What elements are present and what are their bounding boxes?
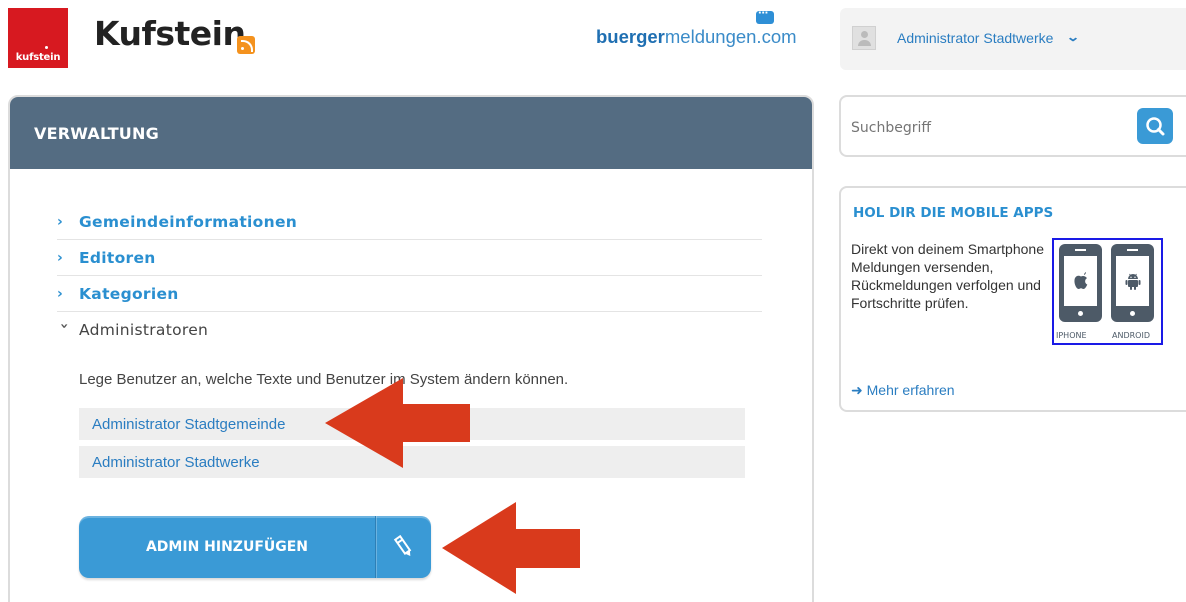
iphone-label: IPHONE	[1056, 331, 1087, 340]
mobile-apps-box: HOL DIR DIE MOBILE APPS Direkt von deine…	[839, 186, 1186, 412]
speech-bubble-icon	[756, 5, 774, 24]
menu-item-gemeindeinformationen[interactable]: › Gemeindeinformationen	[57, 204, 762, 240]
verwaltung-panel: VERWALTUNG › Gemeindeinformationen › Edi…	[8, 95, 814, 602]
iphone-icon[interactable]	[1059, 244, 1102, 322]
user-name[interactable]: Administrator Stadtwerke	[897, 30, 1053, 46]
android-label: ANDROID	[1112, 331, 1150, 340]
menu-item-label: Kategorien	[79, 284, 179, 303]
add-admin-button[interactable]: ADMIN HINZUFÜGEN	[79, 516, 431, 578]
android-robot-icon	[1125, 273, 1140, 290]
search-input[interactable]	[851, 115, 1121, 141]
menu-item-kategorien[interactable]: › Kategorien	[57, 276, 762, 312]
rss-icon[interactable]	[237, 36, 255, 54]
apps-description: Direkt von deinem Smartphone Meldungen v…	[851, 241, 1044, 311]
red-arrow-icon	[442, 502, 580, 594]
panel-header: VERWALTUNG	[10, 97, 812, 169]
chevron-right-icon: ›	[57, 249, 63, 266]
admin-description: Lege Benutzer an, welche Texte und Benut…	[79, 371, 569, 388]
avatar	[852, 26, 876, 50]
admin-menu: › Gemeindeinformationen › Editoren › Kat…	[56, 204, 762, 348]
chevron-right-icon: ›	[57, 213, 63, 230]
menu-item-administratoren[interactable]: › Administratoren	[56, 312, 762, 348]
menu-item-label: Editoren	[79, 248, 156, 267]
search-button[interactable]	[1137, 108, 1173, 144]
pencil-icon	[376, 534, 431, 560]
town-name: Kufstein	[94, 14, 246, 53]
menu-item-label: Administratoren	[79, 321, 209, 339]
page: kufstein Kufstein buergermeldungen.com A…	[0, 0, 1186, 602]
search-box	[839, 95, 1186, 157]
buergermeldungen-logo[interactable]: buergermeldungen.com	[596, 26, 797, 48]
chevron-down-icon: ›	[56, 323, 72, 329]
chevron-right-icon: ›	[57, 285, 63, 302]
red-arrow-icon	[325, 378, 470, 468]
panel-title: VERWALTUNG	[34, 123, 159, 143]
more-link[interactable]: ➜ Mehr erfahren	[851, 382, 955, 399]
chevron-down-icon[interactable]: ⌄	[1066, 30, 1080, 44]
search-icon	[1146, 117, 1165, 136]
kufstein-logo[interactable]: kufstein	[8, 8, 68, 68]
add-admin-button-label: ADMIN HINZUFÜGEN	[145, 539, 309, 555]
brand-bold: buerger	[596, 26, 665, 47]
brand-rest: meldungen.com	[664, 26, 797, 47]
apps-title: HOL DIR DIE MOBILE APPS	[853, 205, 1054, 221]
logo-text: kufstein	[15, 52, 61, 63]
app-download-image[interactable]: IPHONE ANDROID	[1052, 238, 1163, 345]
android-icon[interactable]	[1111, 244, 1154, 322]
menu-item-label: Gemeindeinformationen	[79, 212, 298, 231]
menu-item-editoren[interactable]: › Editoren	[57, 240, 762, 276]
user-menu[interactable]: Administrator Stadtwerke ⌄	[840, 8, 1186, 70]
apple-icon	[1073, 272, 1087, 289]
